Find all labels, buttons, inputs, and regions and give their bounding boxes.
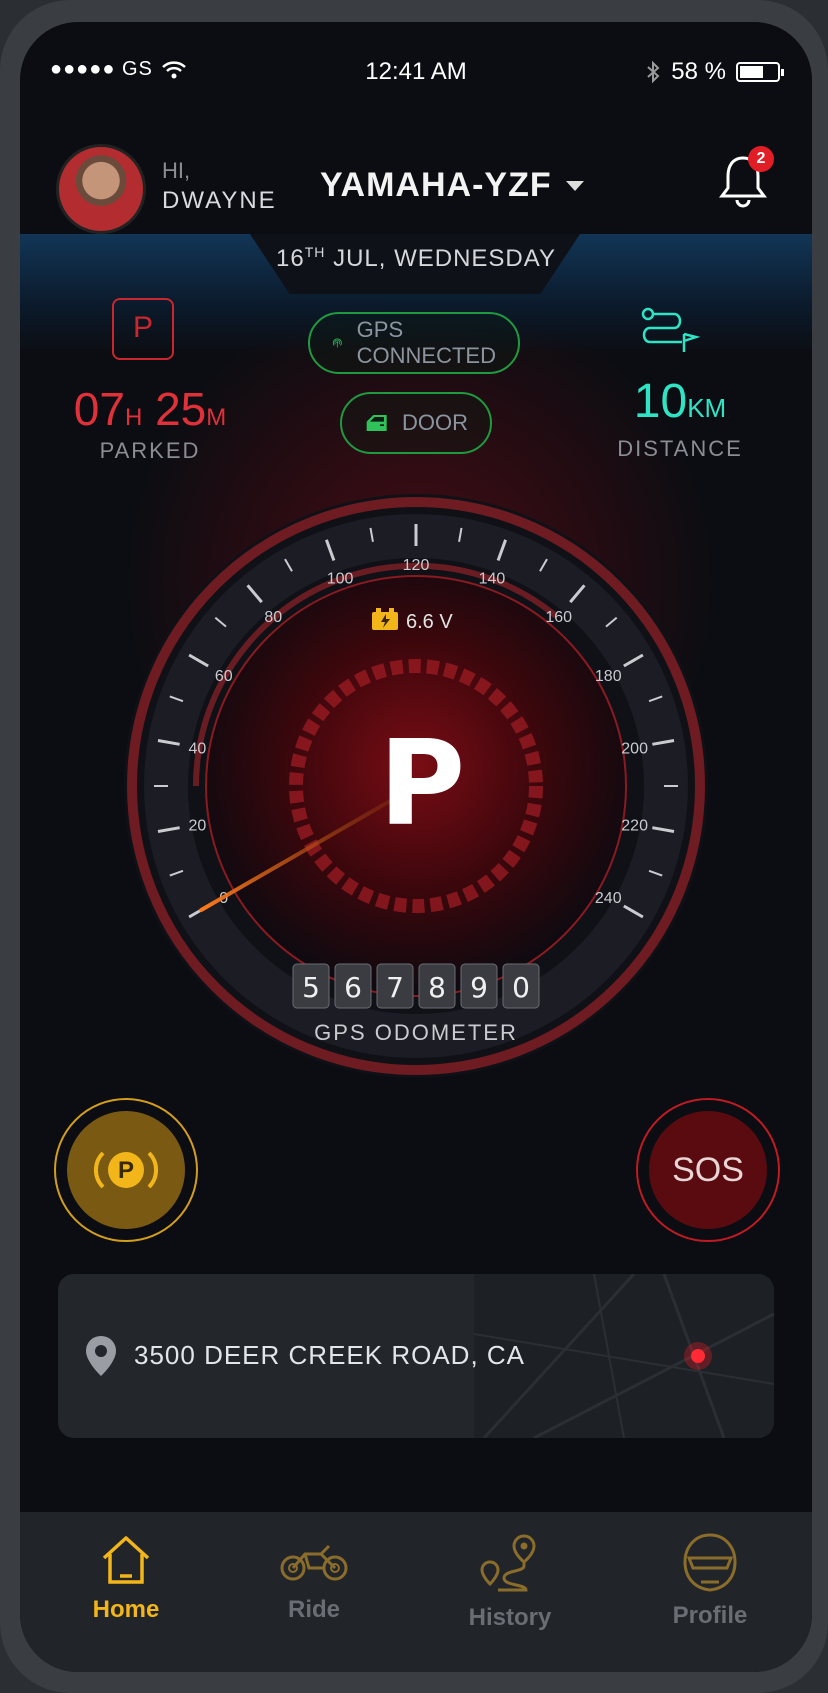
tab-history[interactable]: History (440, 1532, 580, 1632)
door-status-label: DOOR (402, 410, 468, 435)
parked-duration: 07H 25M (50, 382, 250, 436)
date-rest: JUL, WEDNESDAY (333, 245, 556, 272)
odometer-digit: 8 (428, 971, 446, 1004)
odometer-digit: 9 (470, 971, 488, 1004)
distance-value: 10KM (590, 374, 770, 429)
battery-voltage-value: 6.6 V (406, 611, 453, 633)
odometer-digit: 5 (302, 971, 320, 1004)
tab-profile[interactable]: Profile (640, 1532, 780, 1630)
odometer-digit: 7 (386, 971, 404, 1004)
gauge-tick-label: 240 (595, 890, 622, 907)
gauge-tick-label: 180 (595, 668, 622, 685)
parking-brake-icon: P (93, 1151, 159, 1189)
location-pin-icon (86, 1336, 116, 1376)
bluetooth-icon (647, 60, 660, 84)
screen: ●●●●● GS 12:41 AM 58 % HI, DWAYNE YAMAHA… (20, 22, 812, 1672)
car-door-icon (366, 415, 387, 431)
status-right: 58 % (645, 58, 784, 86)
status-bar: ●●●●● GS 12:41 AM 58 % (20, 22, 812, 122)
tab-history-label: History (468, 1604, 552, 1631)
greeting-block: HI, DWAYNE (162, 156, 277, 216)
park-button-inner: P (67, 1111, 185, 1229)
odometer-digit: 6 (344, 971, 362, 1004)
distance-number: 10 (633, 375, 688, 428)
route-icon (480, 1534, 536, 1592)
tab-home[interactable]: Home (56, 1532, 196, 1624)
vehicle-name: YAMAHA-YZF (320, 166, 552, 204)
parked-hours: 07 (73, 383, 125, 435)
phone-frame: ●●●●● GS 12:41 AM 58 % HI, DWAYNE YAMAHA… (0, 0, 828, 1693)
notifications-button[interactable]: 2 (716, 146, 774, 212)
gps-status-label: GPS CONNECTED (356, 317, 496, 368)
tab-bar: Home Ride History Profile (20, 1512, 812, 1672)
vehicle-selector[interactable]: YAMAHA-YZF (320, 166, 584, 205)
tab-home-label: Home (92, 1596, 160, 1623)
sos-button[interactable]: SOS (636, 1098, 780, 1242)
motorcycle-icon (280, 1544, 348, 1581)
gauge-tick-label: 40 (188, 740, 206, 757)
avatar[interactable] (56, 144, 146, 234)
parked-hours-unit: H (124, 404, 143, 431)
gps-status-pill[interactable]: GPS CONNECTED (308, 312, 520, 374)
home-icon (102, 1536, 150, 1584)
odometer-digit: 0 (512, 971, 530, 1004)
gauge-tick-label: 220 (621, 818, 648, 835)
chevron-down-icon (565, 180, 584, 191)
park-button[interactable]: P (54, 1098, 198, 1242)
tab-profile-label: Profile (672, 1602, 748, 1629)
gauge-tick-label: 80 (264, 609, 282, 626)
address-text: 3500 DEER CREEK ROAD, CA (134, 1340, 526, 1370)
gauge-tick-label: 140 (479, 570, 506, 587)
greeting: HI, (162, 158, 191, 183)
parked-minutes: 25 (155, 383, 207, 435)
location-card[interactable]: 3500 DEER CREEK ROAD, CA (58, 1274, 774, 1438)
parked-minutes-unit: M (206, 404, 227, 431)
gauge-tick-label: 20 (188, 818, 206, 835)
date-label: 16TH JUL, WEDNESDAY (20, 244, 812, 273)
gauge-tick-label: 100 (327, 570, 354, 587)
helmet-icon (683, 1533, 737, 1592)
speedometer: 020406080100120140160180200220240 6.6 V … (124, 494, 708, 1078)
date-day: 16 (276, 245, 305, 272)
gear-indicator: P (379, 714, 465, 852)
gps-signal-icon (332, 338, 342, 348)
door-status-pill[interactable]: DOOR (340, 392, 492, 454)
battery-icon (736, 62, 784, 82)
gauge-tick-label: 60 (215, 668, 233, 685)
gauge-tick-label: 120 (403, 557, 430, 574)
parking-icon: P (112, 298, 174, 360)
gauge-tick-label: 200 (621, 740, 648, 757)
gauge-tick-label: 160 (545, 609, 572, 626)
tab-ride-label: Ride (287, 1596, 340, 1623)
tab-ride[interactable]: Ride (244, 1532, 384, 1624)
date-suffix: TH (304, 244, 326, 260)
sos-label: SOS (649, 1111, 767, 1229)
header: HI, DWAYNE YAMAHA-YZF 2 (20, 122, 812, 242)
user-name: DWAYNE (162, 187, 277, 214)
notification-badge: 2 (748, 146, 774, 172)
distance-label: DISTANCE (617, 436, 743, 461)
route-flag-icon (641, 307, 701, 352)
park-letter: P (118, 1157, 134, 1184)
battery-percent: 58 % (671, 58, 726, 85)
odometer-label: GPS ODOMETER (314, 1020, 518, 1045)
parked-label: PARKED (99, 438, 201, 463)
location-marker (691, 1349, 705, 1363)
distance-unit: KM (687, 393, 727, 423)
